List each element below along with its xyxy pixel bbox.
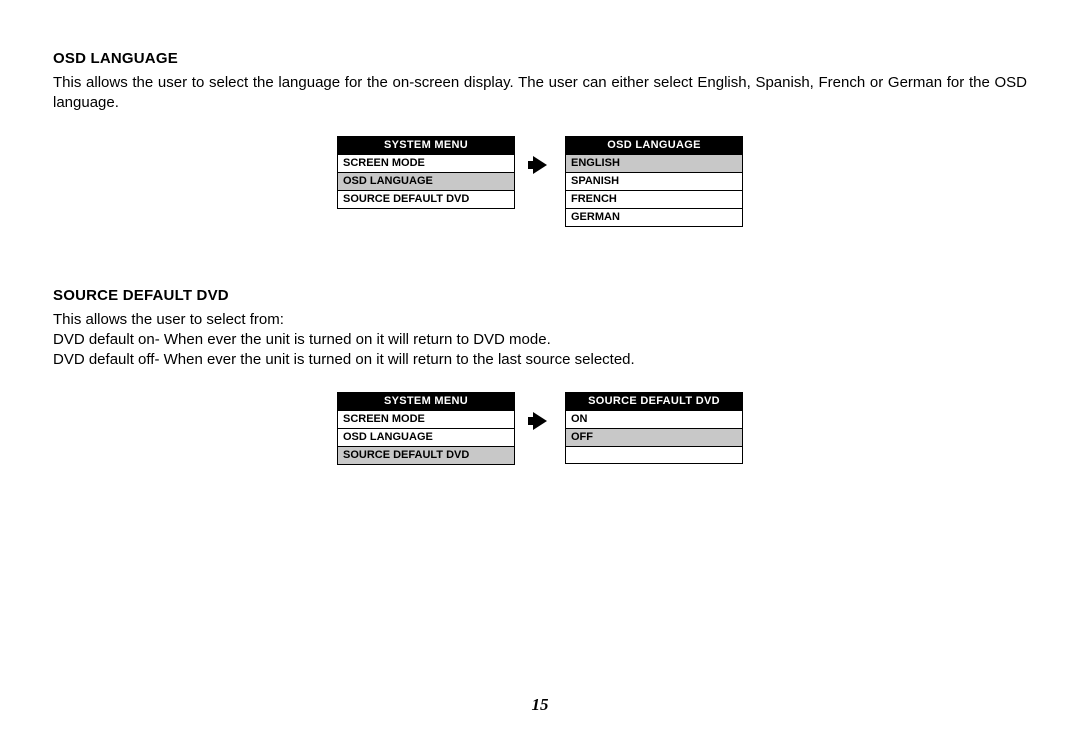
source-default-line1: This allows the user to select from: bbox=[53, 310, 1027, 330]
arrow-right-icon bbox=[533, 392, 547, 432]
menu-row bbox=[566, 446, 742, 463]
osd-language-heading: Osd Language bbox=[53, 50, 1027, 67]
osd-language-paragraph: This allows the user to select the langu… bbox=[53, 73, 1027, 114]
menu-row: SCREEN MODE bbox=[338, 410, 514, 428]
page-number: 15 bbox=[0, 695, 1080, 715]
menu-row: SOURCE DEFAULT DVD bbox=[338, 190, 514, 208]
osd-language-menu-table: OSD LANGUAGE ENGLISH SPANISH FRENCH GERM… bbox=[565, 136, 743, 227]
arrow-right-icon bbox=[533, 136, 547, 176]
menu-row: SCREEN MODE bbox=[338, 154, 514, 172]
system-menu-table-2: SYSTEM MENU SCREEN MODE OSD LANGUAGE SOU… bbox=[337, 392, 515, 465]
menu-row: SPANISH bbox=[566, 172, 742, 190]
source-default-line3: DVD default off- When ever the unit is t… bbox=[53, 350, 1027, 370]
system-menu-header: SYSTEM MENU bbox=[338, 137, 514, 154]
system-menu-header-2: SYSTEM MENU bbox=[338, 393, 514, 410]
source-default-heading: SOURCE DEFAULT DVD bbox=[53, 287, 1027, 304]
osd-language-menu-header: OSD LANGUAGE bbox=[566, 137, 742, 154]
menu-row: SOURCE DEFAULT DVD bbox=[338, 446, 514, 464]
menu-row: FRENCH bbox=[566, 190, 742, 208]
menu-row: OSD LANGUAGE bbox=[338, 428, 514, 446]
source-default-menu-table: SOURCE DEFAULT DVD ON OFF bbox=[565, 392, 743, 464]
menu-row: GERMAN bbox=[566, 208, 742, 226]
menu-row: ON bbox=[566, 410, 742, 428]
menu-row: OFF bbox=[566, 428, 742, 446]
source-default-line2: DVD default on- When ever the unit is tu… bbox=[53, 330, 1027, 350]
osd-language-section: Osd Language This allows the user to sel… bbox=[53, 50, 1027, 227]
osd-language-menu-block: SYSTEM MENU SCREEN MODE OSD LANGUAGE SOU… bbox=[53, 136, 1027, 227]
document-page: Osd Language This allows the user to sel… bbox=[0, 0, 1080, 743]
system-menu-table: SYSTEM MENU SCREEN MODE OSD LANGUAGE SOU… bbox=[337, 136, 515, 209]
menu-row: ENGLISH bbox=[566, 154, 742, 172]
source-default-menu-header: SOURCE DEFAULT DVD bbox=[566, 393, 742, 410]
source-default-menu-block: SYSTEM MENU SCREEN MODE OSD LANGUAGE SOU… bbox=[53, 392, 1027, 465]
menu-row: OSD LANGUAGE bbox=[338, 172, 514, 190]
source-default-text: This allows the user to select from: DVD… bbox=[53, 310, 1027, 371]
source-default-section: SOURCE DEFAULT DVD This allows the user … bbox=[53, 287, 1027, 466]
